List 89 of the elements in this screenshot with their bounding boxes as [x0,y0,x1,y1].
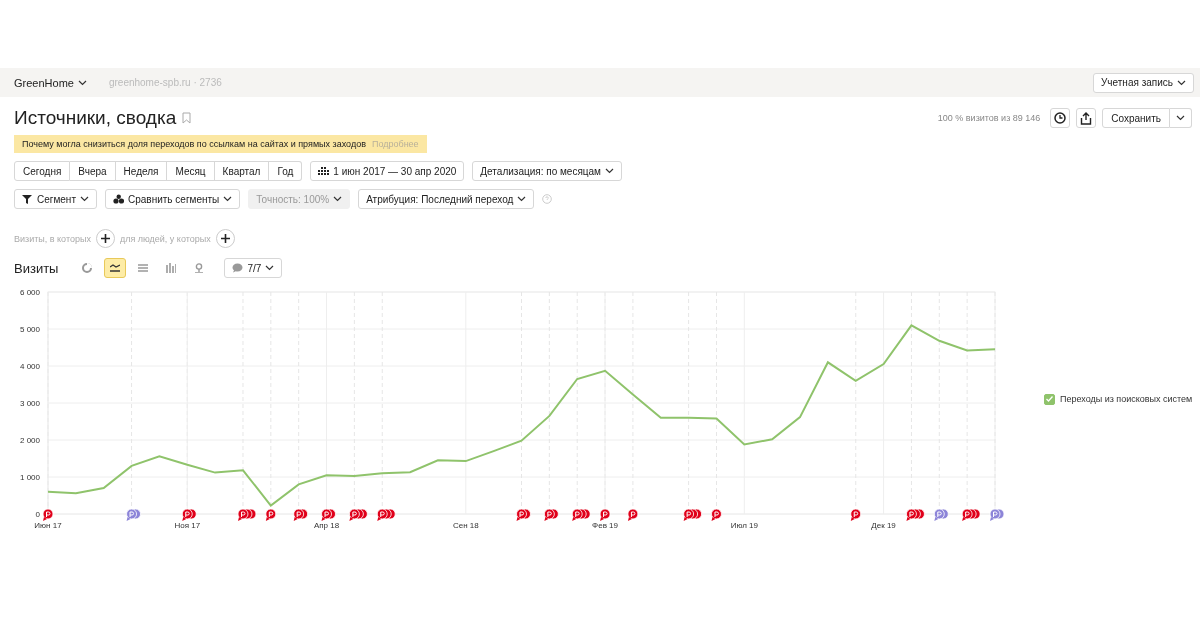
chevron-icon [223,196,233,202]
comment-marker-icon[interactable] [933,508,949,521]
filter-dropdown[interactable]: Атрибуция: Последний переход [358,189,535,209]
filter-dropdown[interactable]: Сегмент [14,189,97,209]
axis-label: Апр 18 [313,521,340,530]
axis-label: 3 000 [19,399,40,408]
axis-label: Июл 19 [730,521,758,530]
comment-marker-icon[interactable] [126,508,141,521]
comment-marker-icon[interactable] [711,508,722,521]
comment-icon [232,263,244,273]
help-icon [542,194,553,204]
save-button[interactable]: Сохранить [1102,108,1170,128]
axis-label: 4 000 [19,362,40,371]
plus-icon [220,234,230,243]
period-tab[interactable]: Неделя [115,161,168,181]
date-range-button[interactable]: 1 июн 2017 — 30 апр 2020 [310,161,465,181]
axis-label: Ноя 17 [174,521,201,530]
comment-marker-icon[interactable] [543,508,559,521]
account-button[interactable]: Учетная запись [1093,72,1194,93]
legend-label: Переходы из поисковых систем [1060,394,1193,404]
comment-marker-icon[interactable] [571,508,591,521]
drops-icon [113,194,124,204]
axis-label: Дек 19 [871,521,896,530]
period-tab[interactable]: Год [269,161,303,181]
comment-marker-icon[interactable] [989,508,1005,521]
axis-label: 0 [35,510,40,519]
axis-label: 2 000 [19,436,40,445]
comment-marker-icon[interactable] [376,508,396,521]
add-condition-button[interactable] [95,229,115,248]
comment-marker-icon[interactable] [961,508,981,521]
filter-icon [22,194,33,204]
period-tab[interactable]: Вчера [70,161,116,181]
axis-label: 6 000 [19,288,40,297]
detail-dropdown[interactable]: Детализация: по месяцам [472,161,622,181]
bookmark-icon [182,112,192,124]
chevron-icon [80,196,89,202]
chevron-icon [1177,79,1186,86]
add-condition-button[interactable] [215,229,235,248]
notes-dropdown[interactable]: 7/7 [224,258,283,278]
check-icon [1046,396,1053,402]
line-chart-icon [110,263,121,273]
calendar-icon [318,166,330,176]
site-address: greenhome-spb.ru · 2736 [108,77,222,88]
chart-type-button[interactable] [104,258,127,278]
chevron-icon [333,196,343,202]
filter-dropdown[interactable]: Сравнить сегменты [105,189,241,209]
comment-marker-icon[interactable] [293,508,309,521]
chevron-icon [1176,115,1185,121]
condition-label: для людей, у которых [119,233,211,244]
comment-marker-icon[interactable] [683,508,702,521]
page-title: Источники, сводка [14,107,177,129]
map-pin-icon [194,263,205,273]
comment-marker-icon[interactable] [906,508,925,521]
axis-label: Сен 18 [452,521,479,530]
comment-marker-icon[interactable] [321,508,336,521]
axis-label: Фев 19 [592,521,618,530]
chevron-icon [605,168,614,174]
plus-icon [100,234,110,243]
export-button[interactable] [1076,108,1097,128]
visits-share: 100 % визитов из 89 146 [937,113,1041,123]
axis-label: 1 000 [19,473,40,482]
clock-icon [1054,112,1067,124]
chevron-icon [517,196,527,202]
axis-label: Июн 17 [34,521,62,530]
comment-marker-icon[interactable] [516,508,531,521]
chevron-icon [265,265,275,271]
period-tab[interactable]: Квартал [214,161,270,181]
bar-chart-icon [166,263,177,273]
counter-selector[interactable]: GreenHome [14,76,87,89]
comment-marker-icon[interactable] [627,508,639,521]
comment-marker-icon[interactable] [850,508,862,521]
condition-label: Визиты, в которых [14,233,91,244]
comment-marker-icon[interactable] [265,508,277,521]
comment-marker-icon[interactable] [599,508,611,521]
legend-checkbox[interactable] [1044,393,1055,405]
period-tab[interactable]: Сегодня [14,161,71,181]
chart-title: Визиты [14,260,59,276]
axis-label: 5 000 [19,325,40,334]
comment-marker-icon[interactable] [42,508,54,521]
pie-chart-icon [82,263,93,273]
comment-marker-icon[interactable] [237,508,257,521]
history-button[interactable] [1050,108,1071,128]
comment-marker-icon[interactable] [181,508,197,521]
chevron-icon [77,79,87,86]
share-icon [1080,111,1093,125]
comment-marker-icon[interactable] [349,508,368,521]
notice-text: Почему могла снизиться доля переходов по ссылкам на сайтах и прямых заходов [22,139,366,149]
period-tab[interactable]: Месяц [167,161,215,181]
area-chart-icon [138,263,149,273]
